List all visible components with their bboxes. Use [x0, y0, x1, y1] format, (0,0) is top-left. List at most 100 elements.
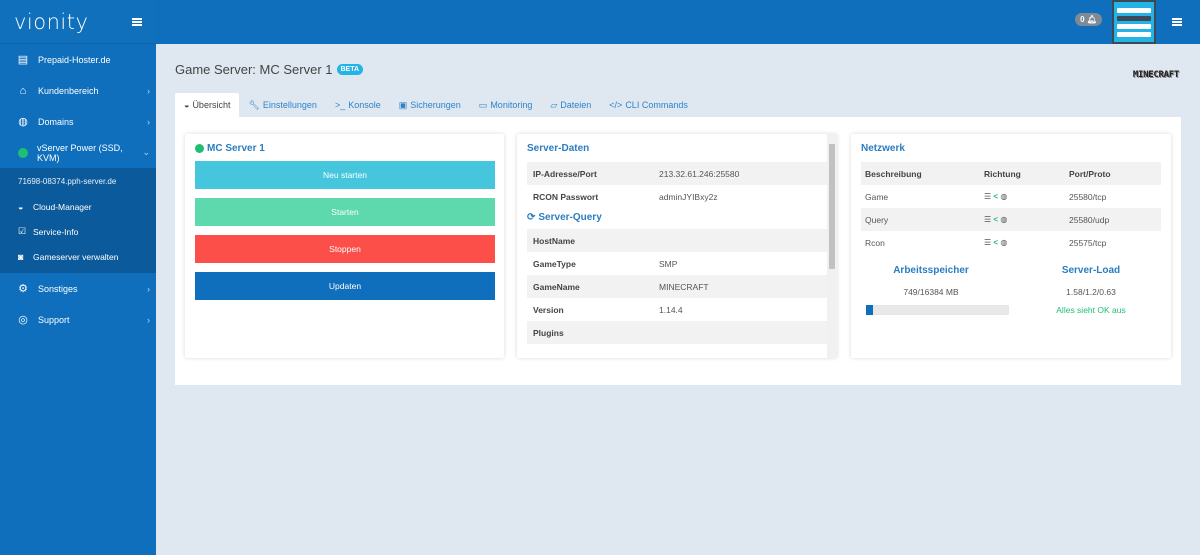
port-description: Query: [861, 208, 980, 231]
restart-button[interactable]: Neu starten: [195, 161, 495, 189]
sidebar: vionity ▤ Prepaid-Hoster.de ⌂ Kundenbere…: [0, 0, 156, 555]
minecraft-logo: MINECRAFT: [1132, 70, 1179, 80]
arrow-left-icon: <: [993, 192, 999, 201]
data-key: Version: [533, 304, 564, 315]
refresh-icon[interactable]: ⟳: [527, 212, 535, 223]
chevron-right-icon: ›: [147, 85, 150, 96]
sidebar-submenu: 71698-08374.pph-server.de ◒ Cloud-Manage…: [0, 168, 156, 273]
sidebar-item-sonstiges[interactable]: ⚙ Sonstiges ›: [0, 273, 156, 304]
sidebar-item-label: Prepaid-Hoster.de: [38, 54, 111, 65]
sidebar-item-label: Kundenbereich: [38, 85, 99, 96]
lifebuoy-icon: ◎: [18, 314, 28, 326]
server-query-title: Server-Query: [538, 212, 602, 223]
column-header: Richtung: [980, 162, 1065, 185]
menu-toggle-icon[interactable]: [132, 17, 142, 26]
server-control-card: MC Server 1 Neu starten Starten Stoppen …: [185, 134, 504, 358]
menu-icon[interactable]: [1172, 18, 1182, 26]
globe-icon: ◍: [1000, 192, 1008, 201]
arrow-left-icon: <: [993, 238, 999, 247]
avatar[interactable]: [1112, 0, 1156, 44]
sidebar-item-support[interactable]: ◎ Support ›: [0, 304, 156, 335]
save-icon: ▣: [398, 99, 408, 110]
avatar-stripe: [1117, 7, 1151, 13]
tab-konsole[interactable]: >_ Konsole: [326, 93, 390, 117]
data-key: RCON Passwort: [533, 191, 599, 202]
column-header: Port/Proto: [1065, 162, 1161, 185]
network-card: Netzwerk Beschreibung Richtung Port/Prot…: [851, 134, 1171, 358]
folder-icon: ▱: [550, 99, 558, 110]
memory-stat: Arbeitsspeicher 749/16384 MB: [856, 265, 1009, 315]
data-value: SMP: [659, 258, 678, 269]
network-table: Beschreibung Richtung Port/Proto Game ☰ …: [861, 162, 1161, 254]
chevron-right-icon: ›: [147, 116, 150, 127]
notification-count: 0: [1080, 15, 1085, 24]
tab-dateien[interactable]: ▱ Dateien: [541, 93, 600, 117]
tab-label: Monitoring: [490, 100, 533, 110]
data-value: 213.32.61.246:25580: [659, 168, 740, 179]
sidebar-item-kundenbereich[interactable]: ⌂ Kundenbereich ›: [0, 75, 156, 106]
tab-label: Übersicht: [192, 100, 231, 110]
data-value: 1.14.4: [659, 304, 683, 315]
stop-button[interactable]: Stoppen: [195, 235, 495, 263]
scrollbar[interactable]: [827, 134, 837, 358]
sidebar-item-cloud-manager[interactable]: ◒ Cloud-Manager: [0, 194, 156, 219]
sidebar-item-domains[interactable]: ◍ Domains ›: [0, 106, 156, 137]
sidebar-item-prepaid-hoster[interactable]: ▤ Prepaid-Hoster.de: [0, 44, 156, 75]
page-title: Game Server: MC Server 1 BETA: [175, 62, 1181, 77]
server-icon: ▤: [17, 54, 29, 66]
list-item: RCON Passwort adminJYIBxy2z: [527, 185, 827, 208]
load-stat: Server-Load 1.58/1.2/0.63 Alles sieht OK…: [1016, 265, 1166, 315]
start-button[interactable]: Starten: [195, 198, 495, 226]
notification-badge[interactable]: 0 🔔︎: [1075, 13, 1102, 26]
sidebar-item-label: Cloud-Manager: [33, 201, 92, 212]
main-content: Game Server: MC Server 1 BETA MINECRAFT …: [175, 62, 1181, 385]
network-heading: Netzwerk: [861, 143, 905, 154]
direction-cell: ☰ < ◍: [980, 185, 1065, 208]
server-query-heading: ⟳ Server-Query: [527, 212, 827, 223]
brand-bar: vionity: [0, 0, 156, 44]
data-key: GameType: [533, 258, 576, 269]
sidebar-item-service-info[interactable]: ☑ Service-Info: [0, 219, 156, 244]
table-row: Query ☰ < ◍ 25580/udp: [861, 208, 1161, 231]
list-item: GameName MINECRAFT: [527, 275, 827, 298]
tab-monitoring[interactable]: ▭ Monitoring: [470, 93, 542, 117]
update-button[interactable]: Updaten: [195, 272, 495, 300]
sidebar-item-vserver[interactable]: vServer Power (SSD, KVM) ⌄: [0, 137, 156, 168]
tab-label: CLI Commands: [625, 100, 688, 110]
list-icon: ☰: [984, 192, 992, 201]
tab-sicherungen[interactable]: ▣ Sicherungen: [390, 93, 470, 117]
memory-title: Arbeitsspeicher: [893, 265, 969, 276]
sidebar-item-label: Service-Info: [33, 226, 79, 237]
sidebar-item-gameserver[interactable]: ◙ Gameserver verwalten: [0, 244, 156, 269]
memory-progress-bar: [866, 305, 1009, 315]
list-icon: ☰: [984, 215, 992, 224]
tab-label: Konsole: [348, 100, 381, 110]
load-status: Alles sieht OK aus: [1056, 305, 1126, 315]
sidebar-item-label: Sonstiges: [38, 283, 78, 294]
scrollbar-thumb[interactable]: [829, 144, 835, 269]
sidebar-item-label: Domains: [38, 116, 74, 127]
tab-cli-commands[interactable]: </> CLI Commands: [600, 93, 697, 117]
avatar-stripe: [1117, 15, 1151, 21]
tab-einstellungen[interactable]: 🔧︎ Einstellungen: [239, 93, 325, 117]
arrow-left-icon: <: [993, 215, 999, 224]
server-hostname[interactable]: 71698-08374.pph-server.de: [0, 171, 156, 194]
memory-progress-fill: [866, 305, 873, 315]
server-data-card: Server-Daten IP-Adresse/Port 213.32.61.24…: [517, 134, 837, 358]
direction-cell: ☰ < ◍: [980, 231, 1065, 254]
brand-logo[interactable]: vionity: [14, 10, 88, 34]
list-item: Version 1.14.4: [527, 298, 827, 321]
chevron-right-icon: ›: [147, 283, 150, 294]
status-dot-icon: [195, 144, 204, 153]
monitor-icon: ▭: [478, 99, 488, 110]
load-value: 1.58/1.2/0.63: [1066, 287, 1116, 297]
terminal-icon: >_: [334, 100, 346, 110]
globe-icon: ◍: [1000, 238, 1008, 247]
data-value: MINECRAFT: [659, 281, 709, 292]
tab-uebersicht[interactable]: ◒ Übersicht: [175, 93, 240, 117]
page-title-text: Game Server: MC Server 1: [175, 62, 333, 77]
sidebar-item-label: vServer Power (SSD, KVM): [37, 142, 123, 163]
table-header-row: Beschreibung Richtung Port/Proto: [861, 162, 1161, 185]
home-icon: ⌂: [19, 84, 27, 97]
port-proto: 25580/tcp: [1069, 191, 1107, 202]
